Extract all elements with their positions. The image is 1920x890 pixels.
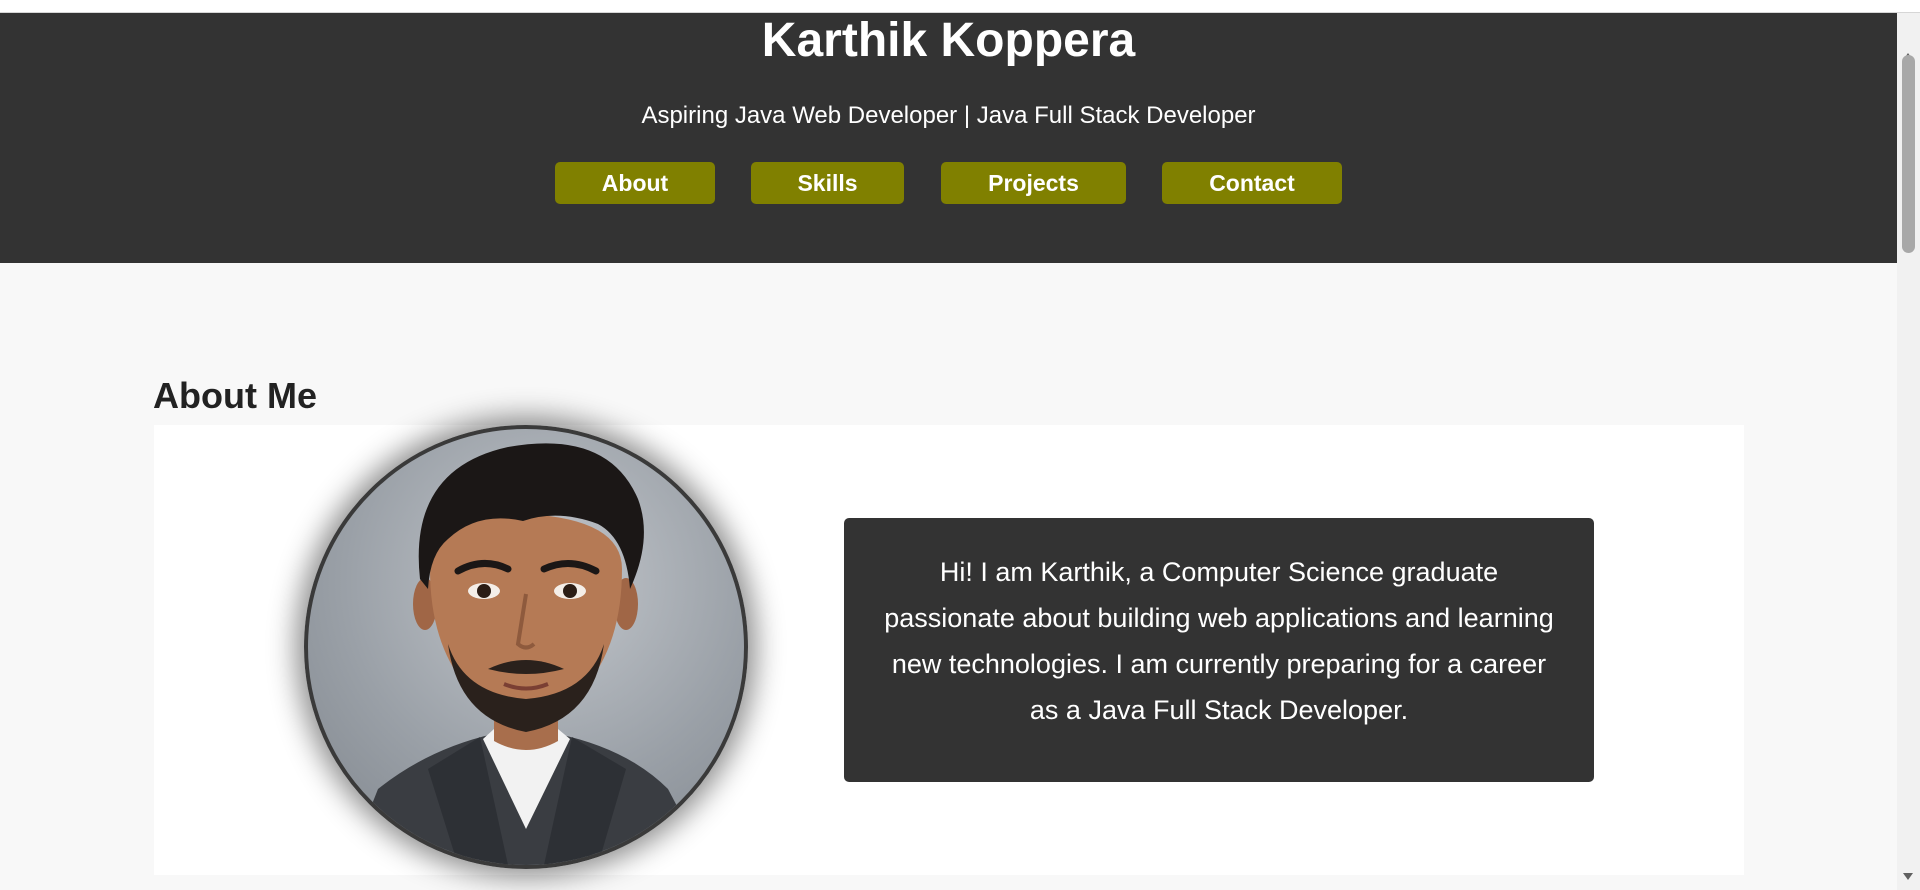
nav-skills-button[interactable]: Skills [751, 162, 904, 204]
about-bio-box: Hi! I am Karthik, a Computer Science gra… [844, 518, 1594, 782]
portrait-illustration [348, 443, 708, 865]
browser-top-strip [0, 0, 1920, 13]
site-header: Karthik Koppera Aspiring Java Web Develo… [0, 13, 1897, 263]
nav-about-button[interactable]: About [555, 162, 715, 204]
nav-projects-button[interactable]: Projects [941, 162, 1126, 204]
main-nav: About Skills Projects Contact [0, 162, 1897, 204]
about-section-heading: About Me [153, 375, 317, 416]
about-section: Hi! I am Karthik, a Computer Science gra… [154, 425, 1744, 875]
site-tagline: Aspiring Java Web Developer | Java Full … [641, 102, 1256, 129]
nav-contact-button[interactable]: Contact [1162, 162, 1342, 204]
about-bio-text: Hi! I am Karthik, a Computer Science gra… [884, 557, 1554, 725]
profile-photo [304, 425, 748, 869]
site-title: Karthik Koppera [761, 14, 1136, 67]
page-scrollbar[interactable] [1897, 13, 1920, 890]
scrollbar-thumb[interactable] [1902, 55, 1915, 253]
scroll-down-arrow-icon[interactable] [1903, 873, 1913, 880]
